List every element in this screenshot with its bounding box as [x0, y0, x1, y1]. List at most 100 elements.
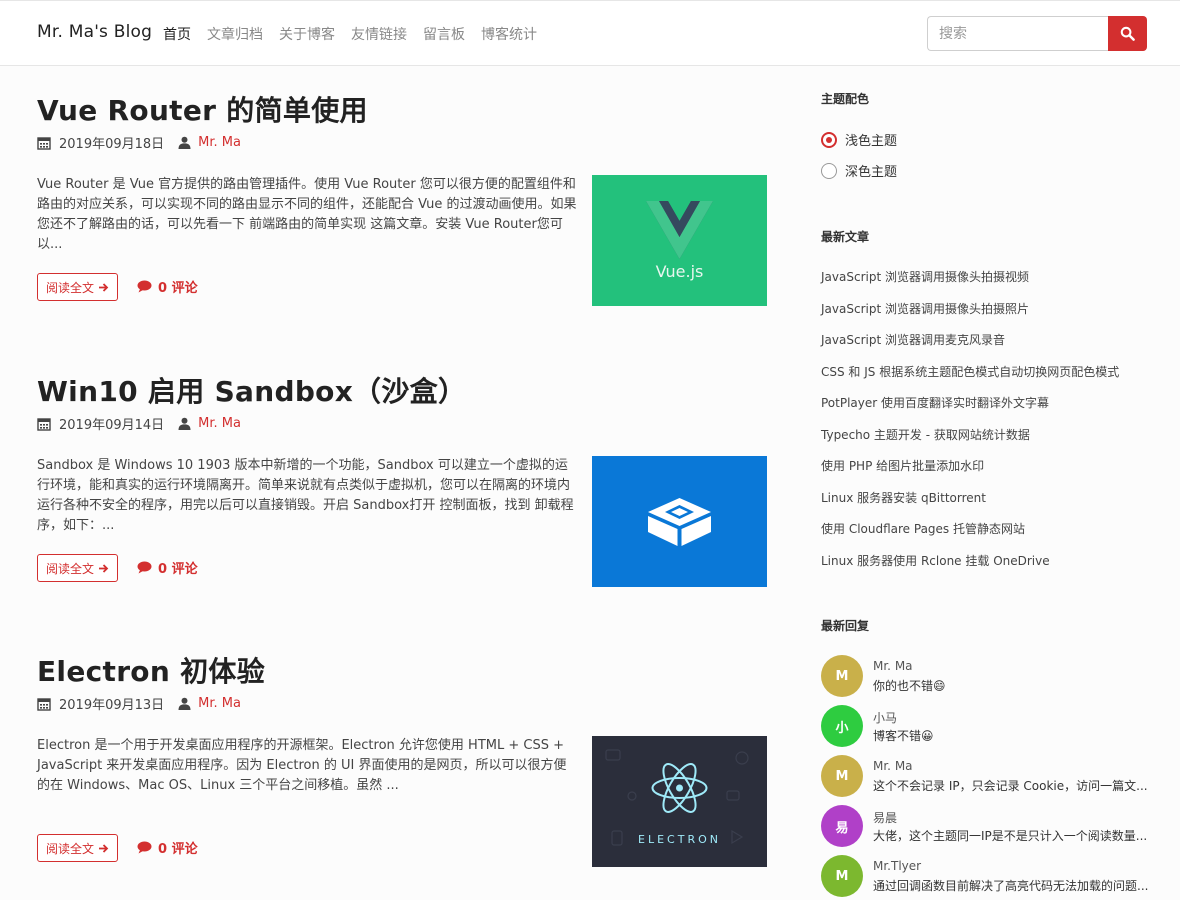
recent-post-link[interactable]: Typecho 主题开发 - 获取网站统计数据: [821, 426, 1030, 443]
nav-item-links[interactable]: 友情链接: [351, 24, 407, 44]
avatar: M: [821, 855, 863, 897]
nav-item-home[interactable]: 首页: [163, 24, 191, 44]
user-icon: [178, 136, 191, 149]
post-author[interactable]: Mr. Ma: [198, 696, 241, 711]
vue-logo: [646, 201, 713, 259]
recent-post-link[interactable]: Linux 服务器使用 Rclone 挂载 OneDrive: [821, 552, 1050, 569]
post-title[interactable]: Electron 初体验: [37, 650, 767, 690]
read-more-label: 阅读全文: [45, 561, 94, 576]
comments-link[interactable]: 0 评论: [137, 838, 198, 857]
electron-logo-text: ELECTRON: [638, 833, 721, 846]
comments-count: 0 评论: [158, 562, 198, 577]
post-meta: 2019年09月18日 Mr. Ma: [37, 133, 241, 152]
search-input[interactable]: [927, 16, 1108, 51]
theme-option-dark[interactable]: 深色主题: [821, 161, 897, 180]
top-navbar: Mr. Ma's Blog 首页 文章归档 关于博客 友情链接 留言板 博客统计: [0, 0, 1180, 66]
recent-replies-heading: 最新回复: [821, 619, 870, 633]
post-author[interactable]: Mr. Ma: [198, 135, 241, 150]
reply-author: Mr.Tlyer: [873, 859, 922, 873]
reply-author: 易晨: [873, 811, 898, 825]
reply-item[interactable]: 小小马博客不错😀: [821, 705, 1151, 749]
read-more-label: 阅读全文: [45, 280, 94, 295]
reply-author: 小马: [873, 711, 898, 725]
post-date: 2019年09月14日: [59, 418, 165, 433]
post-card: Win10 启用 Sandbox（沙盒） 2019年09月14日 Mr. Ma …: [37, 370, 767, 587]
calendar-icon: [37, 697, 51, 711]
comments-count: 0 评论: [158, 281, 198, 296]
reply-item[interactable]: 易易晨大佬，这个主题同一IP是不是只计入一个阅读数量...: [821, 805, 1151, 849]
electron-logo: [605, 749, 749, 846]
arrow-right-icon: [99, 843, 109, 853]
nav-item-stats[interactable]: 博客统计: [481, 24, 537, 44]
theme-option-label: 浅色主题: [845, 134, 898, 149]
comment-icon: [137, 841, 152, 854]
comment-icon: [137, 561, 152, 574]
reply-item[interactable]: M Mr.Tlyer 通过回调函数目前解决了高亮代码无法加载的问题...: [821, 855, 1151, 899]
post-excerpt: Electron 是一个用于开发桌面应用程序的开源框架。Electron 允许您…: [37, 738, 567, 793]
recent-post-link[interactable]: PotPlayer 使用百度翻译实时翻译外文字幕: [821, 394, 1049, 411]
post-title[interactable]: Win10 启用 Sandbox（沙盒）: [37, 370, 767, 410]
post-title[interactable]: Vue Router 的简单使用: [37, 89, 767, 129]
radio-unselected-icon[interactable]: [821, 162, 837, 179]
main-nav: 首页 文章归档 关于博客 友情链接 留言板 博客统计: [163, 24, 537, 44]
read-more-button[interactable]: 阅读全文: [37, 834, 118, 862]
avatar: 易: [821, 805, 863, 847]
read-more-button[interactable]: 阅读全文: [37, 554, 118, 582]
post-meta: 2019年09月14日 Mr. Ma: [37, 414, 241, 433]
arrow-right-icon: [99, 563, 109, 573]
comments-count: 0 评论: [158, 842, 198, 857]
calendar-icon: [37, 417, 51, 431]
avatar: M: [821, 755, 863, 797]
reply-item[interactable]: M Mr. Ma 这个不会记录 IP，只会记录 Cookie，访问一篇文...: [821, 755, 1151, 799]
reply-text[interactable]: 这个不会记录 IP，只会记录 Cookie，访问一篇文...: [873, 777, 1151, 794]
recent-post-link[interactable]: 使用 Cloudflare Pages 托管静态网站: [821, 520, 1025, 537]
avatar: 小: [821, 705, 863, 747]
theme-option-light[interactable]: 浅色主题: [821, 130, 897, 149]
recent-post-link[interactable]: CSS 和 JS 根据系统主题配色模式自动切换网页配色模式: [821, 363, 1119, 380]
recent-post-link[interactable]: Linux 服务器安装 qBittorrent: [821, 489, 986, 506]
calendar-icon: [37, 136, 51, 150]
theme-heading: 主题配色: [821, 92, 870, 106]
search-box: [927, 16, 1147, 51]
search-button[interactable]: [1108, 16, 1147, 51]
read-more-button[interactable]: 阅读全文: [37, 273, 118, 301]
recent-posts-heading: 最新文章: [821, 230, 870, 244]
post-date: 2019年09月13日: [59, 698, 165, 713]
post-thumbnail[interactable]: Vue.js: [592, 175, 767, 306]
arrow-right-icon: [99, 282, 109, 292]
comments-link[interactable]: 0 评论: [137, 558, 198, 577]
vue-logo-text: Vue.js: [655, 262, 704, 281]
reply-text[interactable]: 大佬，这个主题同一IP是不是只计入一个阅读数量...: [873, 827, 1151, 844]
search-icon: [1120, 26, 1135, 41]
post-thumbnail[interactable]: [592, 456, 767, 587]
post-card: Electron 初体验 2019年09月13日 Mr. Ma Electron…: [37, 650, 767, 867]
comments-link[interactable]: 0 评论: [137, 277, 198, 296]
post-meta: 2019年09月13日 Mr. Ma: [37, 694, 241, 713]
reply-text[interactable]: 博客不错😀: [873, 727, 1151, 744]
nav-item-archive[interactable]: 文章归档: [207, 24, 263, 44]
post-thumbnail[interactable]: ELECTRON: [592, 736, 767, 867]
user-icon: [178, 697, 191, 710]
post-date: 2019年09月18日: [59, 137, 165, 152]
recent-post-link[interactable]: 使用 PHP 给图片批量添加水印: [821, 457, 984, 474]
nav-item-guestbook[interactable]: 留言板: [423, 24, 465, 44]
post-excerpt: Vue Router 是 Vue 官方提供的路由管理插件。使用 Vue Rout…: [37, 177, 577, 252]
nav-item-about[interactable]: 关于博客: [279, 24, 335, 44]
reply-text[interactable]: 你的也不错😄: [873, 677, 1151, 694]
reply-text[interactable]: 通过回调函数目前解决了高亮代码无法加载的问题...: [873, 877, 1151, 894]
post-excerpt: Sandbox 是 Windows 10 1903 版本中新增的一个功能，San…: [37, 458, 574, 533]
reply-author: Mr. Ma: [873, 759, 913, 773]
reply-item[interactable]: M Mr. Ma 你的也不错😄: [821, 655, 1151, 699]
recent-post-link[interactable]: JavaScript 浏览器调用麦克风录音: [821, 331, 1005, 348]
user-icon: [178, 417, 191, 430]
recent-post-link[interactable]: JavaScript 浏览器调用摄像头拍摄照片: [821, 300, 1029, 317]
site-brand[interactable]: Mr. Ma's Blog: [37, 22, 152, 42]
post-author[interactable]: Mr. Ma: [198, 416, 241, 431]
avatar: M: [821, 655, 863, 697]
reply-author: Mr. Ma: [873, 659, 913, 673]
theme-option-label: 深色主题: [845, 165, 898, 180]
post-card: Vue Router 的简单使用 2019年09月18日 Mr. Ma Vue …: [37, 89, 767, 306]
radio-selected-icon[interactable]: [821, 131, 837, 148]
recent-post-link[interactable]: JavaScript 浏览器调用摄像头拍摄视频: [821, 268, 1029, 285]
read-more-label: 阅读全文: [45, 841, 94, 856]
